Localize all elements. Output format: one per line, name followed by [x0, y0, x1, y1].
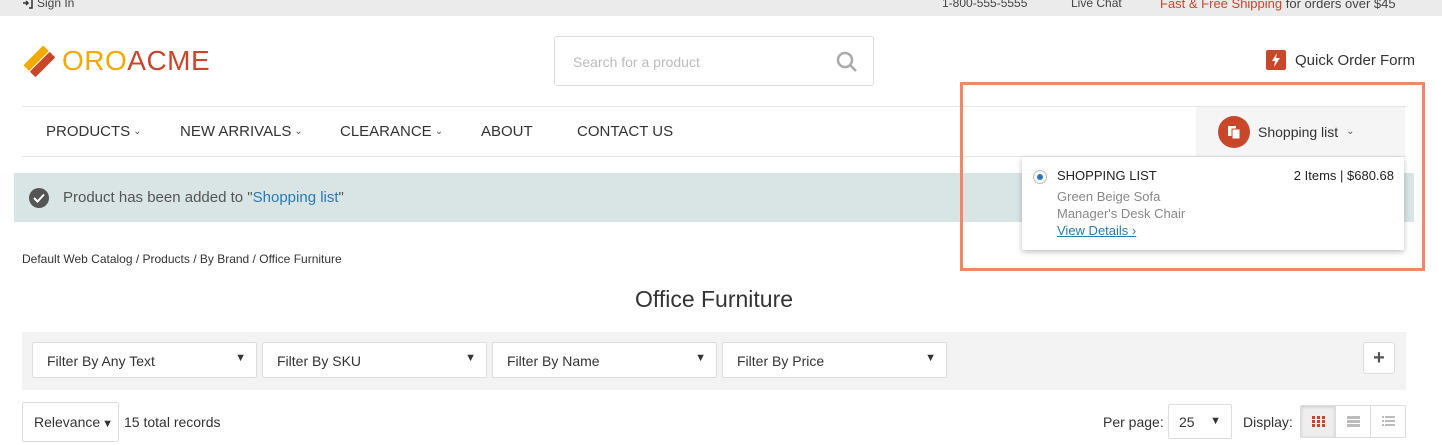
sign-in-icon	[23, 0, 33, 9]
caret-down-icon: ▼	[695, 352, 706, 364]
flash-text: Product has been added to "Shopping list…	[63, 189, 344, 206]
top-bar: Sign In 1-800-555-5555 Live Chat Fast & …	[0, 0, 1442, 16]
view-details-link[interactable]: View Details ›	[1057, 223, 1136, 238]
filter-bar: Filter By Any Text ▼ Filter By SKU ▼ Filte…	[22, 332, 1406, 390]
nav-item-label: ABOUT	[481, 123, 533, 140]
nav-item-label: CONTACT US	[577, 123, 674, 140]
shipping-promo: Fast & Free Shipping for orders over $45	[1160, 0, 1396, 11]
compact-list-icon	[1381, 416, 1395, 426]
filter-sku[interactable]: Filter By SKU ▼	[262, 342, 487, 378]
view-details-label: View Details	[1057, 223, 1129, 238]
filter-label: Filter By SKU	[277, 353, 362, 369]
flash-shopping-list-link[interactable]: Shopping list	[253, 189, 339, 206]
logo-wordmark: OROACME	[62, 44, 210, 78]
quick-order-link[interactable]: Quick Order Form	[1266, 50, 1415, 70]
nav-item-label: NEW ARRIVALS	[180, 123, 292, 140]
sort-select[interactable]: Relevance ▼	[22, 402, 119, 442]
display-list-button[interactable]	[1336, 406, 1371, 437]
display-mode-toggle	[1300, 405, 1406, 438]
nav-item-new-arrivals[interactable]: NEW ARRIVALS ⌄	[180, 123, 303, 140]
shopping-list-button[interactable]: Shopping list ⌄	[1196, 107, 1405, 156]
logo-mark-icon	[23, 45, 55, 77]
per-page-select[interactable]: 25 ▼	[1168, 404, 1232, 439]
per-page-label: Per page:	[1103, 414, 1164, 430]
breadcrumb[interactable]: Default Web Catalog / Products / By Bran…	[22, 252, 342, 266]
caret-down-icon: ▼	[465, 352, 476, 364]
search-icon[interactable]	[835, 50, 859, 74]
shopping-list-icon	[1218, 115, 1250, 148]
shopping-list-summary: 2 Items | $680.68	[1293, 168, 1394, 183]
phone-number[interactable]: 1-800-555-5555	[942, 0, 1027, 10]
sign-in-label: Sign In	[37, 0, 75, 10]
sort-value: Relevance	[34, 414, 101, 430]
filter-label: Filter By Price	[737, 353, 825, 369]
total-records: 15 total records	[124, 414, 221, 430]
live-chat-link[interactable]: Live Chat	[1071, 0, 1122, 10]
per-page-value: 25	[1179, 414, 1195, 430]
promo-highlight: Fast & Free Shipping	[1160, 0, 1283, 11]
nav-item-contact-us[interactable]: CONTACT US	[577, 123, 673, 140]
display-compact-list-button[interactable]	[1371, 406, 1405, 437]
caret-down-icon: ▼	[102, 418, 114, 430]
page-title: Office Furniture	[634, 286, 794, 312]
add-filter-button[interactable]: +	[1363, 342, 1395, 374]
sign-in-link[interactable]: Sign In	[22, 0, 74, 10]
grid-icon	[1311, 416, 1325, 427]
shopping-list-item: Manager's Desk Chair	[1057, 206, 1186, 221]
chevron-down-icon: ⌄	[133, 126, 142, 137]
chevron-down-icon: ⌄	[1346, 126, 1355, 137]
nav-item-label: PRODUCTS	[46, 123, 131, 140]
display-grid-button[interactable]	[1301, 406, 1336, 437]
filter-label: Filter By Any Text	[47, 353, 155, 369]
shopping-list-item: Green Beige Sofa	[1057, 189, 1161, 204]
flash-text-after: "	[338, 189, 344, 206]
search-box	[554, 36, 874, 86]
flash-text-before: Product has been added to "	[63, 189, 253, 206]
display-label: Display:	[1243, 414, 1293, 430]
site-logo[interactable]: OROACME	[22, 44, 210, 78]
plus-icon: +	[1373, 347, 1385, 369]
caret-down-icon: ▼	[925, 352, 936, 364]
logo-text-oro: ORO	[62, 45, 128, 76]
promo-text: for orders over $45	[1285, 0, 1396, 11]
check-circle-icon	[29, 187, 49, 208]
caret-down-icon: ▼	[1210, 415, 1221, 427]
nav-item-label: CLEARANCE	[340, 123, 432, 140]
quick-order-label: Quick Order Form	[1295, 51, 1416, 69]
nav-item-clearance[interactable]: CLEARANCE ⌄	[340, 123, 443, 140]
shopping-list-label: Shopping list	[1258, 123, 1339, 140]
filter-label: Filter By Name	[507, 353, 600, 369]
caret-down-icon: ▼	[235, 352, 246, 364]
chevron-down-icon: ⌄	[294, 126, 303, 137]
nav-item-about[interactable]: ABOUT	[481, 123, 533, 140]
filter-any-text[interactable]: Filter By Any Text ▼	[32, 342, 257, 378]
list-icon	[1346, 416, 1360, 427]
shopping-list-dropdown: SHOPPING LIST 2 Items | $680.68 Green Be…	[1022, 157, 1404, 250]
nav-item-products[interactable]: PRODUCTS ⌄	[46, 123, 142, 140]
shopping-list-name[interactable]: SHOPPING LIST	[1057, 168, 1157, 183]
logo-text-acme: ACME	[127, 45, 211, 76]
chevron-down-icon: ⌄	[434, 126, 444, 137]
shopping-list-radio[interactable]	[1033, 170, 1047, 184]
filter-price[interactable]: Filter By Price ▼	[722, 342, 947, 378]
filter-name[interactable]: Filter By Name ▼	[492, 342, 717, 378]
search-input[interactable]	[573, 51, 823, 73]
lightning-icon	[1266, 50, 1286, 70]
chevron-right-icon: ›	[1131, 223, 1137, 238]
